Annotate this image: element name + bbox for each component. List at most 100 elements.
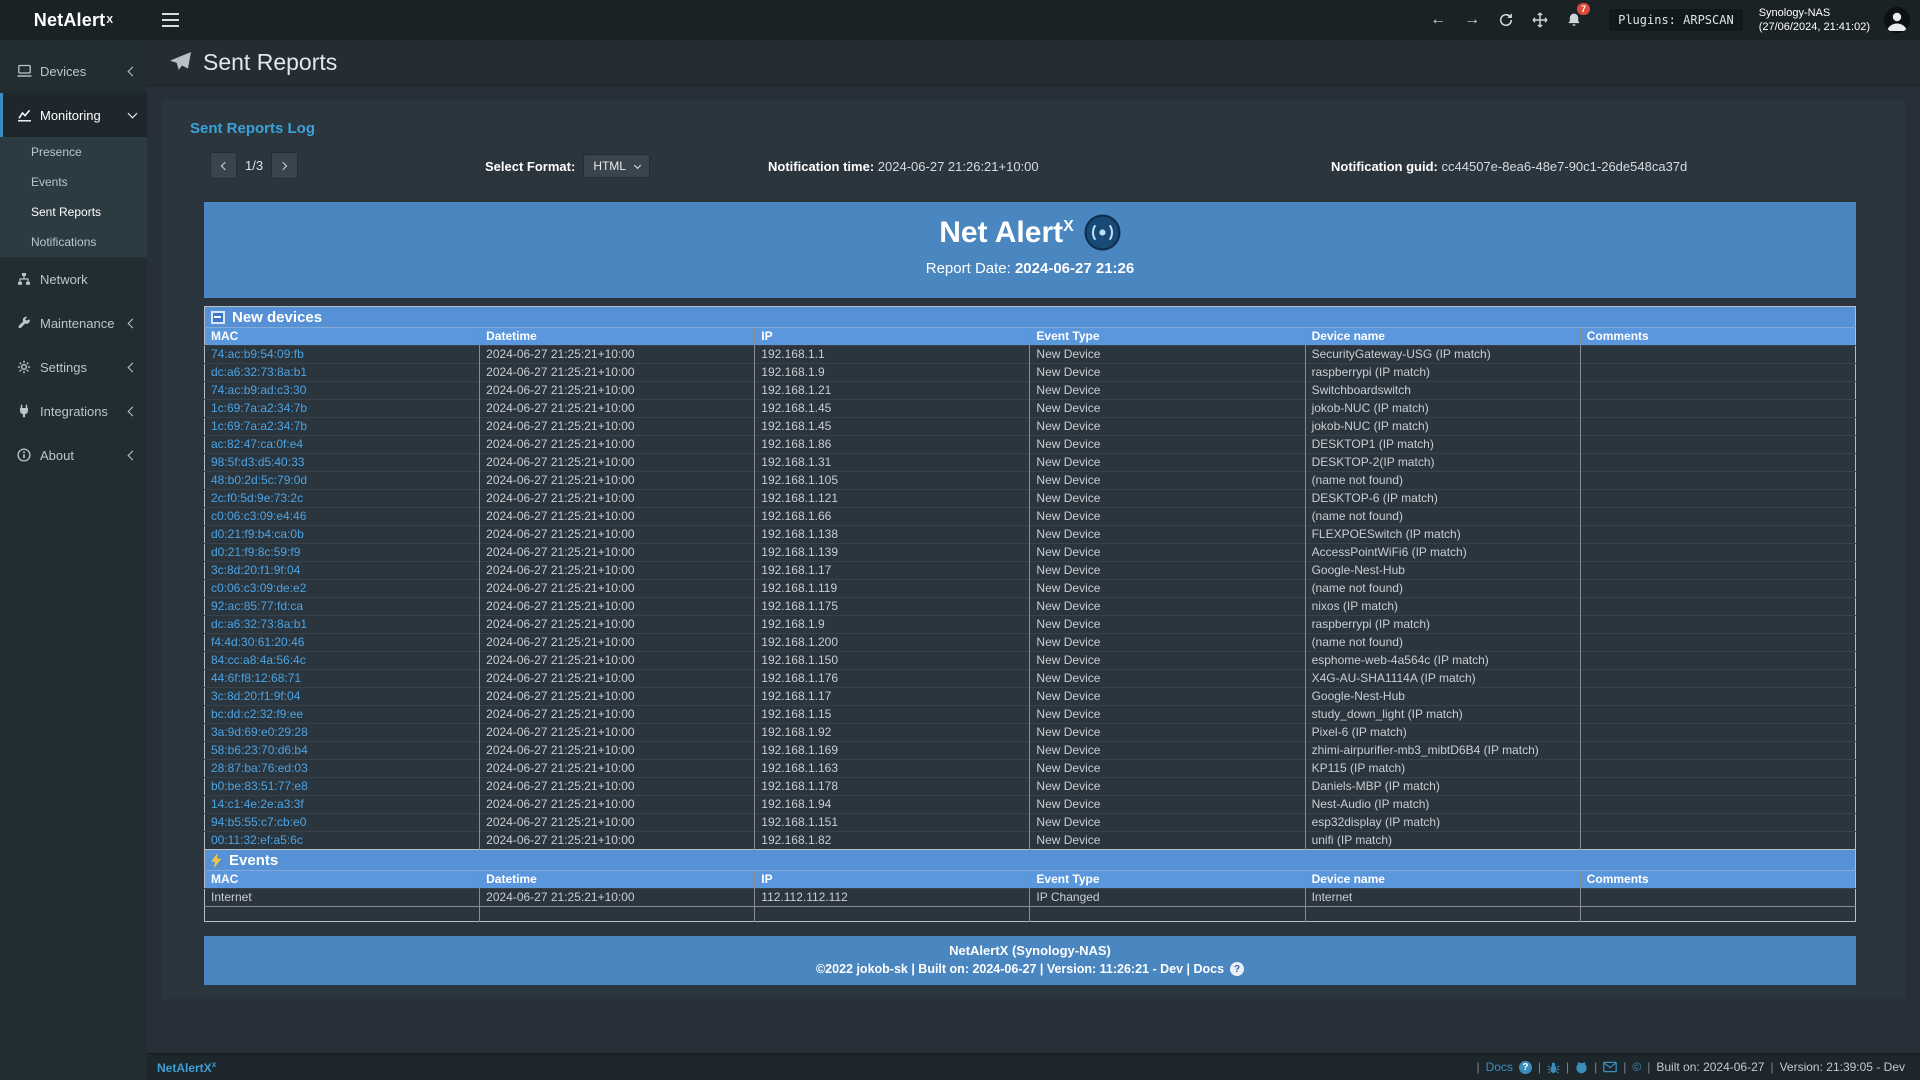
mac-address-link[interactable]: 14:c1:4e:2e:a3:3f	[211, 797, 304, 811]
arrow-right-icon: →	[1464, 11, 1480, 29]
question-circle-icon[interactable]: ?	[1519, 1061, 1532, 1074]
report-table-row: c0:06:c3:09:e4:462024-06-27 21:25:21+10:…	[205, 508, 1856, 526]
sidebar-item-label: Settings	[40, 360, 87, 375]
move-button[interactable]	[1523, 0, 1557, 40]
sidebar-item-about[interactable]: About	[0, 433, 147, 477]
mac-address-link[interactable]: 98:5f:d3:d5:40:33	[211, 455, 304, 469]
report-table-row: f4:4d:30:61:20:462024-06-27 21:25:21+10:…	[205, 634, 1856, 652]
sidebar-item-label: Monitoring	[40, 108, 101, 123]
github-icon[interactable]	[1575, 1061, 1588, 1074]
mac-address-link[interactable]: 94:b5:55:c7:cb:e0	[211, 815, 306, 829]
sidebar-item-presence[interactable]: Presence	[0, 137, 147, 167]
mac-address-link[interactable]: 3c:8d:20:f1:9f:04	[211, 689, 300, 703]
report-preview: Net AlertX Report Date: 2024-06-27 21:26	[204, 202, 1856, 985]
mac-address-link[interactable]: d0:21:f9:8c:59:f9	[211, 545, 300, 559]
report-table-row: 3a:9d:69:e0:29:282024-06-27 21:25:21+10:…	[205, 724, 1856, 742]
sidebar-item-network[interactable]: Network	[0, 257, 147, 301]
sidebar-item-label: Devices	[40, 64, 86, 79]
mac-address-link[interactable]: f4:4d:30:61:20:46	[211, 635, 304, 649]
user-avatar[interactable]	[1884, 7, 1910, 33]
section-title: New devices	[232, 310, 322, 325]
mac-address-link[interactable]: 3a:9d:69:e0:29:28	[211, 725, 308, 739]
report-table-row: dc:a6:32:73:8a:b12024-06-27 21:25:21+10:…	[205, 616, 1856, 634]
prev-page-button[interactable]	[210, 152, 237, 179]
mac-address-link[interactable]: 92:ac:85:77:fd:ca	[211, 599, 303, 613]
refresh-button[interactable]	[1489, 0, 1523, 40]
license-icon[interactable]: ©	[1632, 1060, 1641, 1074]
sidebar-item-label: About	[40, 448, 74, 463]
report-table-row: 00:11:32:ef:a5:6c2024-06-27 21:25:21+10:…	[205, 832, 1856, 850]
mac-address-link[interactable]: d0:21:f9:b4:ca:0b	[211, 527, 304, 541]
arrow-left-icon: ←	[1430, 11, 1446, 29]
sidebar-item-devices[interactable]: Devices	[0, 49, 147, 93]
new-devices-rows: 74:ac:b9:54:09:fb2024-06-27 21:25:21+10:…	[205, 346, 1856, 850]
report-title: Net AlertX	[204, 202, 1856, 251]
nav-back-button[interactable]: ←	[1421, 0, 1455, 40]
main-content: Sent Reports Sent Reports Log 1/3 Select…	[147, 40, 1920, 1053]
plugins-status-label[interactable]: Plugins: ARPSCAN	[1609, 9, 1743, 31]
mac-address-link[interactable]: 1c:69:7a:a2:34:7b	[211, 419, 307, 433]
report-footer-meta: ©2022 jokob-sk | Built on: 2024-06-27 | …	[204, 962, 1856, 976]
chevron-down-icon	[634, 161, 641, 168]
report-table-row: 58:b6:23:70:d6:b42024-06-27 21:25:21+10:…	[205, 742, 1856, 760]
notification-guid-value: cc44507e-8ea6-48e7-90c1-26de548ca37d	[1442, 159, 1688, 174]
nav-forward-button[interactable]: →	[1455, 0, 1489, 40]
mac-address-link[interactable]: bc:dd:c2:32:f9:ee	[211, 707, 303, 721]
next-page-button[interactable]	[271, 152, 298, 179]
gear-icon	[15, 360, 33, 374]
table-bottom-spacer	[205, 907, 1856, 922]
chevron-down-icon	[128, 109, 138, 119]
mac-address-link[interactable]: 3c:8d:20:f1:9f:04	[211, 563, 300, 577]
mac-address-link[interactable]: 2c:f0:5d:9e:73:2c	[211, 491, 303, 505]
mac-address-link[interactable]: dc:a6:32:73:8a:b1	[211, 617, 307, 631]
docs-help-icon[interactable]: ?	[1230, 962, 1244, 976]
mac-address-link[interactable]: 48:b0:2d:5c:79:0d	[211, 473, 307, 487]
mac-address-link[interactable]: dc:a6:32:73:8a:b1	[211, 365, 307, 379]
sidebar-item-monitoring[interactable]: Monitoring	[0, 93, 147, 137]
mac-address-link[interactable]: 28:87:ba:76:ed:03	[211, 761, 308, 775]
app-logo[interactable]: NetAlertX	[0, 0, 147, 40]
bug-report-icon[interactable]	[1547, 1061, 1560, 1074]
mac-address-link[interactable]: ac:82:47:ca:0f:e4	[211, 437, 303, 451]
footer-docs-link[interactable]: Docs	[1486, 1060, 1513, 1074]
host-name: Synology-NAS	[1759, 6, 1870, 20]
footer-brand-link[interactable]: NetAlertXx	[157, 1060, 216, 1075]
mac-address-link[interactable]: 74:ac:b9:54:09:fb	[211, 347, 304, 361]
app-logo-sup: X	[106, 15, 113, 26]
report-table-row: 3c:8d:20:f1:9f:042024-06-27 21:25:21+10:…	[205, 562, 1856, 580]
mac-address-link[interactable]: b0:be:83:51:77:e8	[211, 779, 308, 793]
mac-address-link[interactable]: 44:6f:f8:12:68:71	[211, 671, 301, 685]
monitoring-submenu: Presence Events Sent Reports Notificatio…	[0, 137, 147, 257]
report-table-row: 48:b0:2d:5c:79:0d2024-06-27 21:25:21+10:…	[205, 472, 1856, 490]
page-footer: NetAlertXx | Docs ? | | | | © | Built on…	[147, 1053, 1920, 1080]
sidebar-item-maintenance[interactable]: Maintenance	[0, 301, 147, 345]
events-rows: Internet2024-06-27 21:25:21+10:00112.112…	[205, 889, 1856, 907]
mac-address-link[interactable]: 58:b6:23:70:d6:b4	[211, 743, 308, 757]
mac-address-link[interactable]: 84:cc:a8:4a:56:4c	[211, 653, 306, 667]
report-table-row: 1c:69:7a:a2:34:7b2024-06-27 21:25:21+10:…	[205, 418, 1856, 436]
sidebar-item-settings[interactable]: Settings	[0, 345, 147, 389]
sidebar-item-integrations[interactable]: Integrations	[0, 389, 147, 433]
mac-address-link[interactable]: c0:06:c3:09:e4:46	[211, 509, 306, 523]
mac-address-link[interactable]: 74:ac:b9:ad:c3:30	[211, 383, 306, 397]
sidebar-item-sent-reports[interactable]: Sent Reports	[0, 197, 147, 227]
sidebar-item-events[interactable]: Events	[0, 167, 147, 197]
chevron-left-icon	[128, 66, 138, 76]
report-table-row: 44:6f:f8:12:68:712024-06-27 21:25:21+10:…	[205, 670, 1856, 688]
report-table-row: d0:21:f9:b4:ca:0b2024-06-27 21:25:21+10:…	[205, 526, 1856, 544]
section-title: Events	[229, 853, 278, 868]
sidebar-toggle-button[interactable]	[147, 0, 193, 40]
page-title: Sent Reports	[203, 49, 337, 76]
events-section-header: Events MAC Datetime IP Event Type Device…	[205, 850, 1856, 889]
mac-address-link[interactable]: 00:11:32:ef:a5:6c	[211, 833, 303, 847]
sidebar-item-notifications[interactable]: Notifications	[0, 227, 147, 257]
page-header: Sent Reports	[147, 40, 1920, 86]
format-select[interactable]: HTML	[583, 154, 650, 178]
mac-address-link[interactable]: 1c:69:7a:a2:34:7b	[211, 401, 307, 415]
sent-reports-log-link[interactable]: Sent Reports Log	[190, 120, 315, 137]
email-icon[interactable]	[1603, 1061, 1617, 1073]
chevron-left-icon	[128, 318, 138, 328]
notifications-button[interactable]: 7	[1557, 0, 1591, 40]
mac-address-link[interactable]: c0:06:c3:09:de:e2	[211, 581, 306, 595]
plug-icon	[15, 404, 33, 418]
